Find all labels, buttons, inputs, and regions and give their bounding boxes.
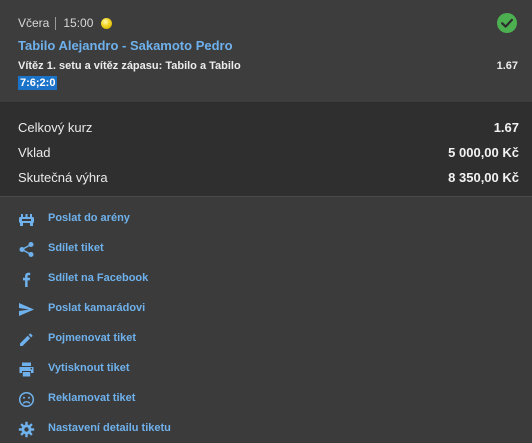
event-title[interactable]: Tabilo Alejandro - Sakamoto Pedro [18,38,233,53]
share-facebook-button[interactable]: Sdílet na Facebook [0,264,532,294]
action-label: Sdílet na Facebook [48,272,149,284]
sad-face-icon [18,391,35,408]
stake-value: 5 000,00 Kč [448,145,519,160]
market-odds: 1.67 [496,60,518,72]
total-odds-value: 1.67 [493,120,519,135]
action-label: Vytisknout tiket [48,362,130,374]
print-ticket-button[interactable]: Vytisknout tiket [0,354,532,384]
action-label: Poslat kamarádovi [48,302,146,314]
action-label: Nastavení detailu tiketu [48,422,171,434]
pencil-icon [20,333,33,346]
send-to-arena-button[interactable]: Poslat do arény [0,204,532,234]
complaint-ticket-button[interactable]: Reklamovat tiket [0,384,532,414]
send-icon [19,303,34,316]
facebook-icon [23,272,31,287]
ticket-settings-button[interactable]: Nastavení detailu tiketu [0,414,532,443]
bet-card: Včera 15:00 Tabilo Alejandro - Sakamoto … [0,0,532,102]
bet-day: Včera [18,16,50,30]
share-icon [19,242,34,257]
action-label: Reklamovat tiket [48,392,136,404]
total-odds-label: Celkový kurz [18,120,93,135]
action-label: Pojmenovat tiket [48,332,137,344]
stake-label: Vklad [18,145,51,160]
action-label: Poslat do arény [48,212,130,224]
send-to-friend-button[interactable]: Poslat kamarádovi [0,294,532,324]
market-row: Vítěz 1. setu a vítěz zápasu: Tabilo a T… [18,60,518,72]
bulb-icon [101,17,113,29]
ticket-actions: Poslat do arény Sdílet tiket Sdílet na F… [0,197,532,443]
win-label: Skutečná výhra [18,170,108,185]
rename-ticket-button[interactable]: Pojmenovat tiket [0,324,532,354]
printer-icon [19,362,34,377]
ticket-summary: Celkový kurz 1.67 Vklad 5 000,00 Kč Skut… [0,103,532,196]
market-name: Vítěz 1. setu a vítěz zápasu: Tabilo a T… [18,60,241,72]
bet-meta: Včera 15:00 [18,16,113,30]
action-label: Sdílet tiket [48,242,104,254]
gear-icon [18,421,35,438]
check-circle-icon [497,13,517,33]
total-odds-row: Celkový kurz 1.67 [18,120,519,140]
share-ticket-button[interactable]: Sdílet tiket [0,234,532,264]
win-row: Skutečná výhra 8 350,00 Kč [18,170,519,190]
stake-row: Vklad 5 000,00 Kč [18,145,519,165]
arena-icon [19,214,34,226]
meta-separator [55,16,57,30]
bet-time: 15:00 [63,16,94,30]
win-value: 8 350,00 Kč [448,170,519,185]
score-badge: 7:6;2:0 [18,76,58,90]
